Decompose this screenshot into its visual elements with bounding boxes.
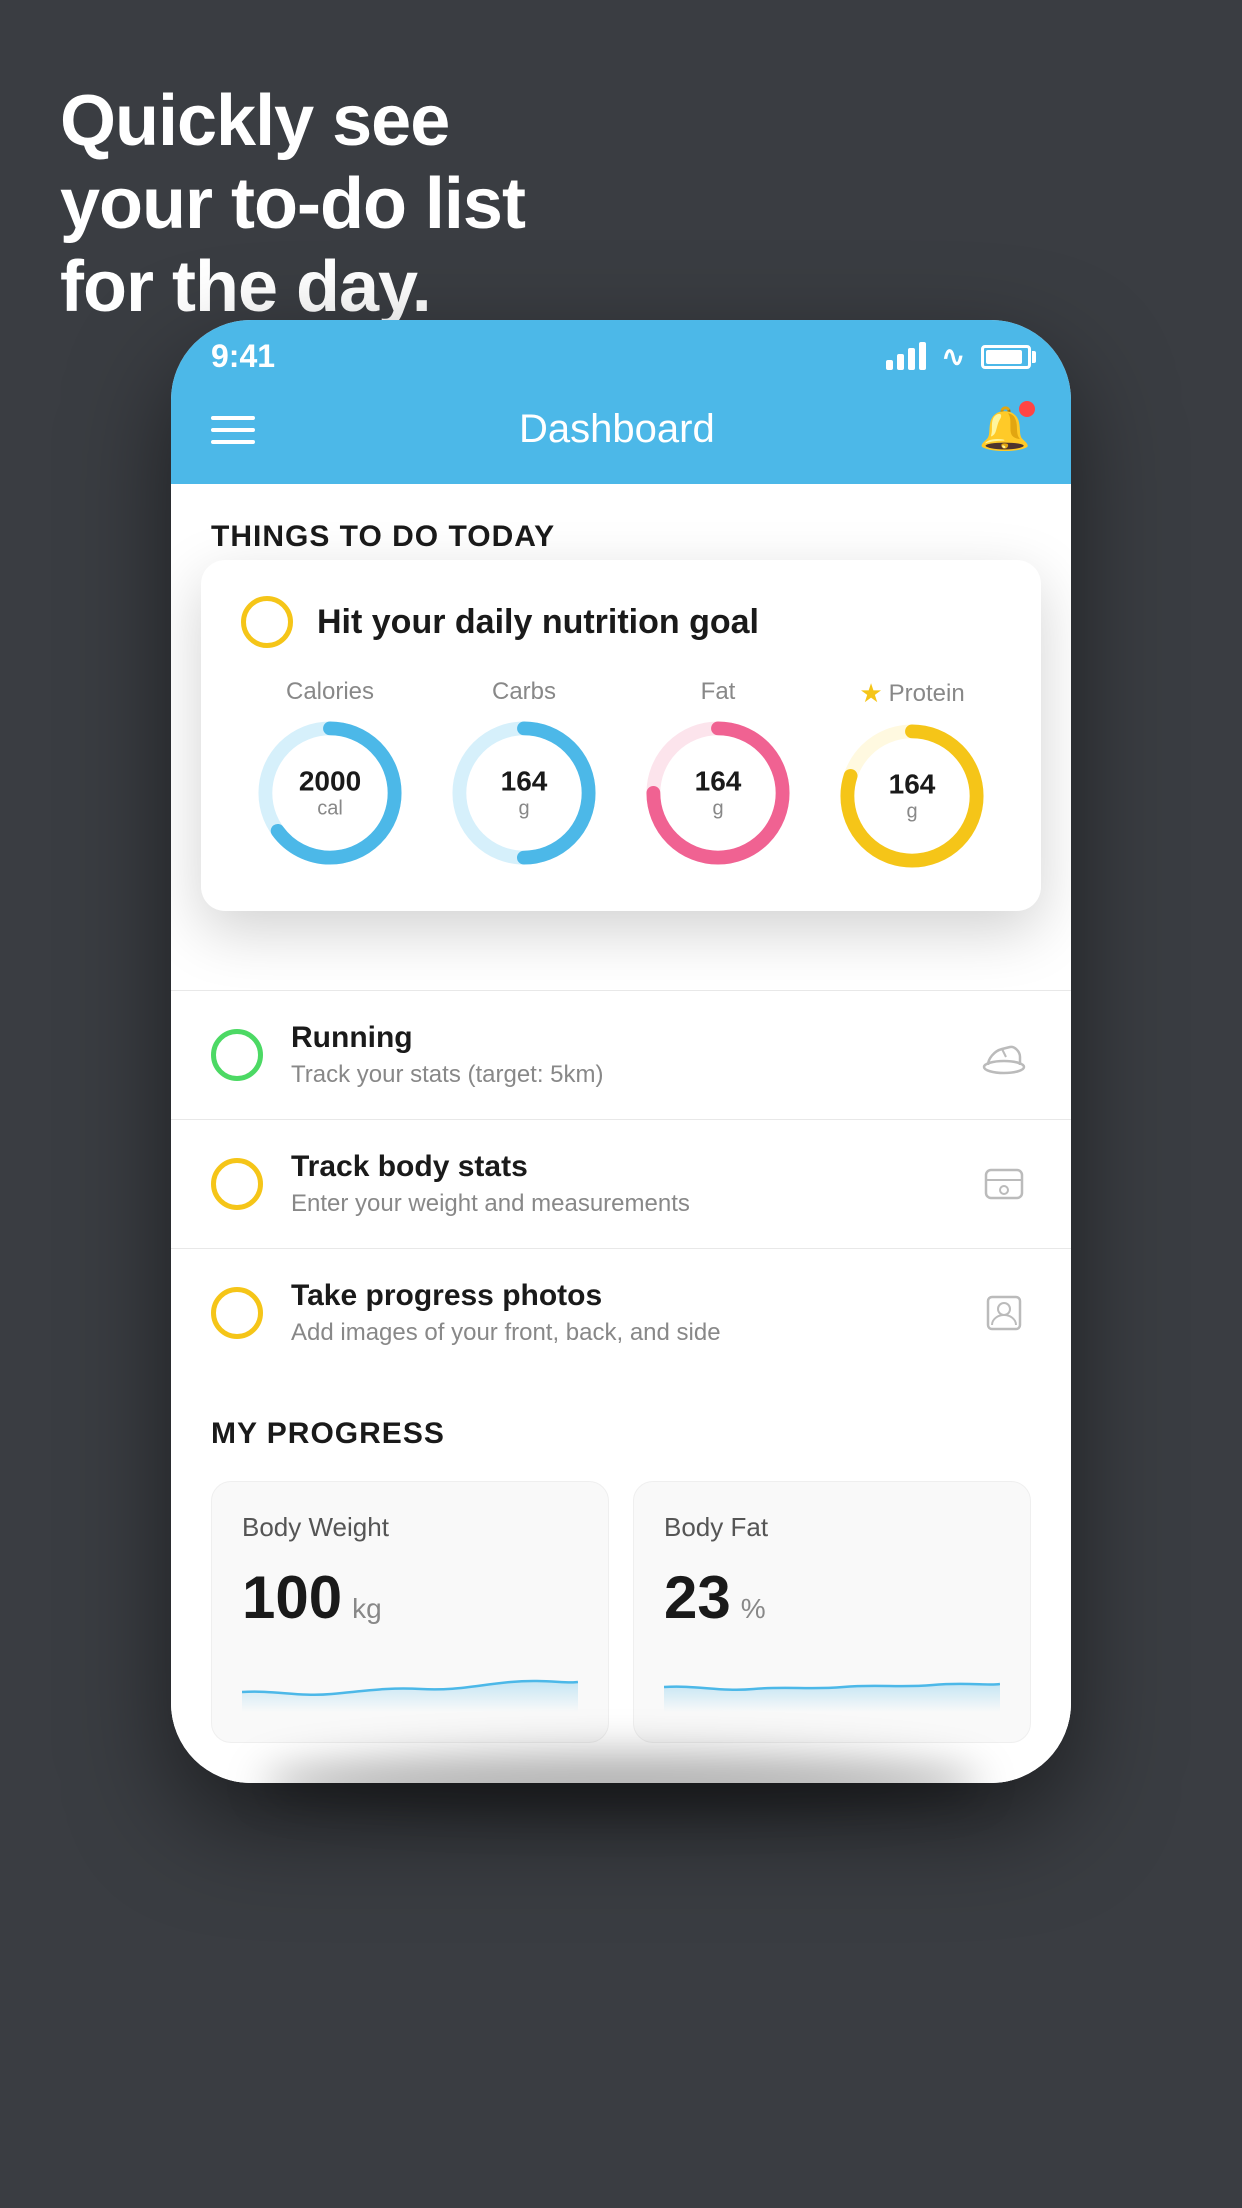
person-icon — [977, 1286, 1031, 1340]
progress-title: MY PROGRESS — [211, 1417, 1031, 1451]
list-item[interactable]: Running Track your stats (target: 5km) — [171, 990, 1071, 1119]
body-weight-value: 100 — [242, 1563, 342, 1632]
nutrition-item-fat: Fat 164 g — [629, 678, 807, 868]
hero-line2: your to-do list — [60, 163, 525, 246]
hero-text: Quickly see your to-do list for the day. — [60, 80, 525, 328]
body-weight-chart — [242, 1652, 578, 1712]
progress-section: MY PROGRESS Body Weight 100 kg — [171, 1377, 1071, 1783]
hamburger-line — [211, 416, 255, 420]
nutrition-title: Hit your daily nutrition goal — [317, 603, 759, 642]
body-fat-value-row: 23 % — [664, 1563, 1000, 1632]
hero-line1: Quickly see — [60, 80, 525, 163]
donut-chart: 2000 cal — [255, 718, 405, 868]
todo-text: Take progress photos Add images of your … — [291, 1279, 949, 1347]
nutrition-label: Fat — [701, 678, 736, 706]
status-bar: 9:41 ∿ — [171, 320, 1071, 385]
donut-value: 164 g — [695, 767, 742, 820]
nutrition-item-calories: Calories 2000 cal — [241, 678, 419, 868]
status-icons: ∿ — [886, 340, 1031, 373]
app-body: THINGS TO DO TODAY Running Track your st… — [171, 484, 1071, 1783]
body-fat-label: Body Fat — [664, 1512, 1000, 1543]
phone-screen: 9:41 ∿ Dashboard — [171, 320, 1071, 1783]
todo-checkbox[interactable] — [211, 1287, 263, 1339]
nutrition-label: Calories — [286, 678, 374, 706]
body-fat-value: 23 — [664, 1563, 731, 1632]
todo-title: Track body stats — [291, 1150, 949, 1184]
nutrition-circles: Calories 2000 cal Carbs 164 — [241, 678, 1001, 871]
notification-dot — [1019, 401, 1035, 417]
notification-bell-button[interactable]: 🔔 — [979, 405, 1031, 454]
todo-subtitle: Track your stats (target: 5km) — [291, 1061, 949, 1089]
things-to-do-title: THINGS TO DO TODAY — [171, 484, 1071, 570]
header-title: Dashboard — [519, 407, 715, 452]
body-weight-unit: kg — [352, 1593, 382, 1625]
app-header: Dashboard 🔔 — [171, 385, 1071, 484]
status-time: 9:41 — [211, 338, 275, 375]
todo-subtitle: Enter your weight and measurements — [291, 1190, 949, 1218]
hamburger-line — [211, 440, 255, 444]
phone-mockup: 9:41 ∿ Dashboard — [171, 320, 1071, 1783]
body-fat-card: Body Fat 23 % — [633, 1481, 1031, 1743]
donut-value: 2000 cal — [299, 767, 361, 820]
nutrition-item-protein: ★Protein 164 g — [823, 678, 1001, 871]
signal-icon — [886, 344, 926, 370]
donut-value: 164 g — [501, 767, 548, 820]
phone-shadow — [261, 1753, 981, 1813]
nutrition-label: ★Protein — [859, 678, 964, 709]
progress-cards: Body Weight 100 kg — [211, 1481, 1031, 1743]
shoe-icon — [977, 1028, 1031, 1082]
todo-text: Track body stats Enter your weight and m… — [291, 1150, 949, 1218]
todo-text: Running Track your stats (target: 5km) — [291, 1021, 949, 1089]
hamburger-line — [211, 428, 255, 432]
donut-chart: 164 g — [449, 718, 599, 868]
todo-checkbox[interactable] — [211, 1029, 263, 1081]
wifi-icon: ∿ — [942, 340, 965, 373]
nutrition-checkbox[interactable] — [241, 596, 293, 648]
donut-chart: 164 g — [837, 721, 987, 871]
hamburger-menu-button[interactable] — [211, 416, 255, 444]
list-item[interactable]: Take progress photos Add images of your … — [171, 1248, 1071, 1377]
todo-title: Running — [291, 1021, 949, 1055]
donut-chart: 164 g — [643, 718, 793, 868]
scale-icon — [977, 1157, 1031, 1211]
body-fat-chart — [664, 1652, 1000, 1712]
nutrition-item-carbs: Carbs 164 g — [435, 678, 613, 868]
hero-line3: for the day. — [60, 246, 525, 329]
donut-value: 164 g — [889, 770, 936, 823]
todo-title: Take progress photos — [291, 1279, 949, 1313]
battery-icon — [981, 345, 1031, 369]
todo-subtitle: Add images of your front, back, and side — [291, 1319, 949, 1347]
todo-checkbox[interactable] — [211, 1158, 263, 1210]
body-fat-unit: % — [741, 1593, 766, 1625]
body-weight-label: Body Weight — [242, 1512, 578, 1543]
list-item[interactable]: Track body stats Enter your weight and m… — [171, 1119, 1071, 1248]
nutrition-card: Hit your daily nutrition goal Calories 2… — [201, 560, 1041, 911]
body-weight-value-row: 100 kg — [242, 1563, 578, 1632]
nutrition-label: Carbs — [492, 678, 556, 706]
todo-list: Running Track your stats (target: 5km) — [171, 990, 1071, 1377]
body-weight-card: Body Weight 100 kg — [211, 1481, 609, 1743]
nutrition-card-header: Hit your daily nutrition goal — [241, 596, 1001, 648]
